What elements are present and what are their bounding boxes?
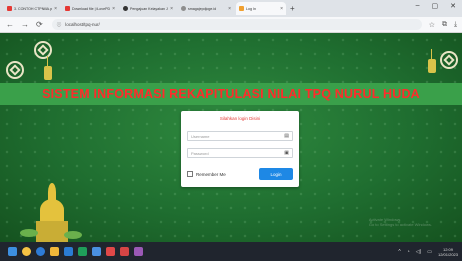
minimize-icon[interactable]: – <box>416 2 420 10</box>
windows-activation-watermark: Activate Windows Go to Settings to activ… <box>369 217 432 227</box>
clock-date: 12/01/2023 <box>437 251 458 257</box>
info-icon[interactable]: ⓘ <box>57 22 62 28</box>
close-window-icon[interactable]: ✕ <box>450 2 456 10</box>
remember-label: Remember Me <box>196 171 226 177</box>
chevron-up-icon[interactable]: ^ <box>398 249 400 255</box>
word-icon[interactable] <box>64 247 73 256</box>
login-button[interactable]: Login <box>259 168 293 180</box>
login-heading: Silahkan login Disini <box>219 116 261 121</box>
ilovepdf-icon <box>65 6 70 11</box>
tab-label: smagajepdjoge.id <box>188 6 217 11</box>
browser-tab-ilovepdf[interactable]: Download file | iLovePDF × <box>62 2 118 15</box>
network-icon[interactable]: ◔ <box>407 249 410 255</box>
edge-icon[interactable] <box>36 247 45 256</box>
remember-me[interactable]: Remember Me <box>187 171 226 177</box>
browser-tab-login[interactable]: Log In × <box>236 2 286 15</box>
close-icon[interactable]: × <box>54 6 57 12</box>
file-explorer-icon[interactable] <box>50 247 59 256</box>
leaf-icon <box>64 231 82 239</box>
watermark-line-2: Go to Settings to activate Windows. <box>368 222 432 227</box>
globe-icon <box>181 6 186 11</box>
pdf-icon <box>7 6 12 11</box>
github-icon <box>123 6 128 11</box>
clock[interactable]: 12:09 12/01/2023 <box>438 247 458 257</box>
app-icon[interactable] <box>120 247 129 256</box>
battery-icon[interactable]: ▭ <box>427 249 432 255</box>
forward-icon[interactable]: → <box>21 20 29 29</box>
username-field[interactable]: Username ▤ <box>187 131 293 141</box>
window-controls: – ▢ ✕ <box>416 2 456 10</box>
tab-label: Log In <box>246 6 256 11</box>
app-icon[interactable] <box>92 247 101 256</box>
address-bar-row: ← → ⟳ ⓘ localhost/tpq-nur/ ☆ ⧉ ⤓ <box>0 17 462 33</box>
maximize-icon[interactable]: ▢ <box>432 2 439 10</box>
store-icon[interactable] <box>78 247 87 256</box>
close-icon[interactable]: × <box>170 6 173 12</box>
close-icon[interactable]: × <box>112 6 115 12</box>
username-placeholder: Username <box>191 133 210 139</box>
password-field[interactable]: Password ▣ <box>187 148 293 158</box>
page-title: SISTEM INFORMASI REKAPITULASI NILAI TPQ … <box>42 87 420 101</box>
favorite-icon[interactable]: ☆ <box>429 21 435 29</box>
close-icon[interactable]: × <box>228 6 231 12</box>
lantern-icon <box>44 56 52 80</box>
tab-label: 3. CONTOH CTPNiliA.pdf <box>14 6 53 11</box>
browser-tab-pdf[interactable]: 3. CONTOH CTPNiliA.pdf × <box>4 2 60 15</box>
login-page: SISTEM INFORMASI REKAPITULASI NILAI TPQ … <box>0 33 462 242</box>
system-tray: ^ ◔ ◁) ▭ 12:09 12/01/2023 <box>398 242 458 261</box>
browser-tab-bar: 3. CONTOH CTPNiliA.pdf × Download file |… <box>0 0 462 17</box>
app-icon[interactable] <box>106 247 115 256</box>
url-text: localhost/tpq-nur/ <box>65 22 100 27</box>
lantern-icon <box>428 49 436 73</box>
browser-tab-smaga[interactable]: smagajepdjoge.id × <box>178 2 234 15</box>
start-icon[interactable] <box>8 247 17 256</box>
login-card: Silahkan login Disini Username ▤ Passwor… <box>181 111 299 187</box>
site-icon <box>239 6 244 11</box>
app-icon[interactable] <box>134 247 143 256</box>
url-field[interactable]: ⓘ localhost/tpq-nur/ <box>51 19 422 30</box>
back-icon[interactable]: ← <box>6 20 14 29</box>
close-icon[interactable]: × <box>280 6 283 12</box>
user-card-icon: ▤ <box>284 133 289 139</box>
leaf-icon <box>20 229 38 237</box>
remember-checkbox[interactable] <box>187 171 193 177</box>
title-band: SISTEM INFORMASI REKAPITULASI NILAI TPQ … <box>0 83 462 105</box>
browser-tab-pengajuan[interactable]: Pengajuan Kelayakan Judul × <box>120 2 176 15</box>
ornament-icon <box>440 51 458 69</box>
password-placeholder: Password <box>191 150 209 156</box>
reload-icon[interactable]: ⟳ <box>36 20 43 29</box>
tab-label: Download file | iLovePDF <box>72 6 111 11</box>
ornament-icon <box>6 61 24 79</box>
download-icon[interactable]: ⤓ <box>454 21 457 29</box>
taskbar: ^ ◔ ◁) ▭ 12:09 12/01/2023 <box>0 242 462 261</box>
tab-label: Pengajuan Kelayakan Judul <box>130 6 168 11</box>
volume-icon[interactable]: ◁) <box>416 249 422 255</box>
lock-icon: ▣ <box>284 150 289 156</box>
chrome-icon[interactable] <box>22 247 31 256</box>
new-tab-button[interactable]: + <box>290 4 295 13</box>
collections-icon[interactable]: ⧉ <box>442 21 447 29</box>
ornament-icon <box>34 41 52 59</box>
